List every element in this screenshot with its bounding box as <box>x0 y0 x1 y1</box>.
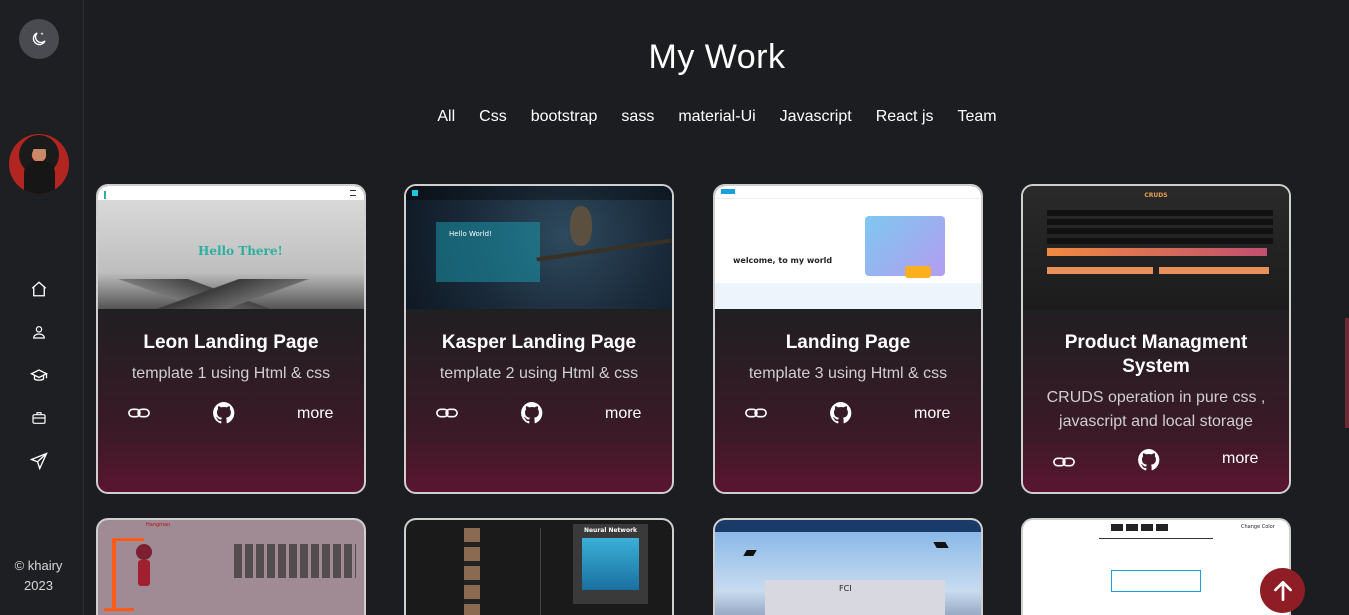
scroll-indicator <box>1345 318 1349 428</box>
copyright-name: © khairy <box>14 558 63 573</box>
filter-tabs: All Css bootstrap sass material-Ui Javas… <box>85 106 1349 128</box>
project-card: Hello There! Leon Landing Page template … <box>96 184 366 494</box>
project-card: CRUDS Product Managment System CRUDS ope… <box>1021 184 1291 494</box>
copyright: © khairy 2023 <box>0 556 77 596</box>
link-icon <box>1053 457 1075 467</box>
project-thumbnail: CRUDS <box>1023 186 1289 309</box>
github-link[interactable] <box>520 401 544 429</box>
thumb-heading: Change Color <box>1241 524 1275 530</box>
github-link[interactable] <box>212 401 236 429</box>
github-link[interactable] <box>1137 448 1161 476</box>
filter-material-ui[interactable]: material-Ui <box>666 106 767 128</box>
thumb-heading: Hello There! <box>198 244 283 258</box>
thumb-heading: Neural Network <box>583 527 638 534</box>
thumb-heading: Hello World! <box>449 230 492 238</box>
github-link[interactable] <box>829 401 853 429</box>
more-button[interactable]: more <box>1222 450 1258 468</box>
scroll-to-top-button[interactable] <box>1260 568 1305 613</box>
live-demo-link[interactable] <box>128 405 150 424</box>
more-button[interactable]: more <box>297 405 333 423</box>
project-thumbnail: Hello There! <box>98 186 364 309</box>
more-button[interactable]: more <box>914 405 950 423</box>
graduation-cap-icon <box>29 369 49 381</box>
sidebar: © khairy 2023 <box>0 0 84 615</box>
project-card: Hello World! Kasper Landing Page templat… <box>404 184 674 494</box>
filter-all[interactable]: All <box>425 106 467 128</box>
filter-react[interactable]: React js <box>864 106 946 128</box>
project-description: template 1 using Html & css <box>131 365 331 382</box>
thumb-heading: CRUDS <box>1144 192 1168 199</box>
portfolio-section: My Work All Css bootstrap sass material-… <box>85 0 1349 615</box>
link-icon <box>128 408 150 418</box>
nav-education[interactable] <box>29 366 49 386</box>
theme-toggle-button[interactable] <box>19 19 59 59</box>
github-icon <box>521 402 543 424</box>
filter-sass[interactable]: sass <box>609 106 666 128</box>
thumb-heading: FCI <box>839 584 852 593</box>
copyright-year: 2023 <box>24 578 53 593</box>
thumb-heading: Hangman <box>146 522 171 528</box>
send-icon <box>30 452 48 470</box>
project-title: Leon Landing Page <box>143 332 319 353</box>
nav-about[interactable] <box>29 322 49 342</box>
github-icon <box>1138 449 1160 471</box>
project-description: template 3 using Html & css <box>748 365 948 382</box>
project-card-neural[interactable]: Neural Network <box>404 518 674 615</box>
project-card-fci[interactable]: FCI <box>713 518 983 615</box>
project-card-hangman[interactable]: Hangman <box>96 518 366 615</box>
moon-icon <box>32 32 46 46</box>
project-thumbnail: Hello World! <box>406 186 672 309</box>
avatar <box>9 134 69 194</box>
link-icon <box>745 408 767 418</box>
page-title: My Work <box>648 38 786 76</box>
nav-home[interactable] <box>29 279 49 299</box>
filter-bootstrap[interactable]: bootstrap <box>519 106 610 128</box>
live-demo-link[interactable] <box>436 405 458 424</box>
project-card: welcome, to my world Landing Page templa… <box>713 184 983 494</box>
nav-portfolio[interactable] <box>29 408 49 428</box>
filter-team[interactable]: Team <box>946 106 1009 128</box>
project-title: Product Managment System <box>1064 332 1248 377</box>
thumb-heading: welcome, to my world <box>733 256 833 265</box>
nav-contact[interactable] <box>29 451 49 471</box>
filter-css[interactable]: Css <box>467 106 519 128</box>
live-demo-link[interactable] <box>1053 454 1075 473</box>
arrow-up-icon <box>1273 580 1292 601</box>
project-card-color[interactable]: Change Color <box>1021 518 1291 615</box>
live-demo-link[interactable] <box>745 405 767 424</box>
github-icon <box>213 402 235 424</box>
filter-javascript[interactable]: Javascript <box>768 106 864 128</box>
project-title: Landing Page <box>785 332 911 353</box>
home-icon <box>31 281 47 297</box>
github-icon <box>830 402 852 424</box>
user-icon <box>33 326 45 339</box>
briefcase-icon <box>32 412 46 424</box>
project-description: CRUDS operation in pure css , javascript… <box>1046 389 1266 430</box>
project-title: Kasper Landing Page <box>441 332 637 353</box>
more-button[interactable]: more <box>605 405 641 423</box>
link-icon <box>436 408 458 418</box>
project-thumbnail: welcome, to my world <box>715 186 981 309</box>
project-description: template 2 using Html & css <box>439 365 639 382</box>
